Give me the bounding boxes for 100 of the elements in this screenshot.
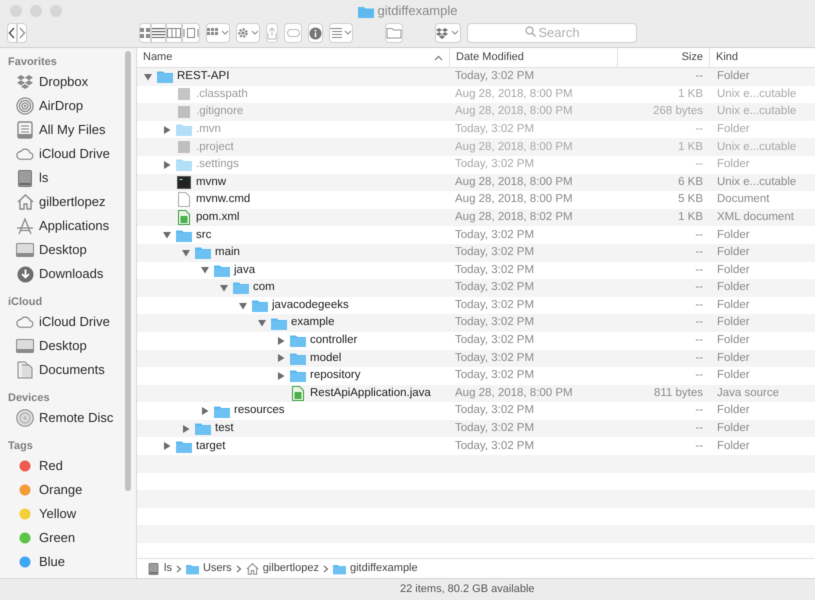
sidebar-item[interactable]: Documents — [8, 358, 136, 382]
file-name[interactable]: src — [196, 226, 212, 244]
size-cell-text: -- — [694, 421, 704, 436]
sidebar-item[interactable]: Applications — [8, 214, 136, 238]
file-name[interactable]: resources — [234, 402, 284, 420]
kind-cell-text: Folder — [716, 122, 751, 137]
path-item[interactable]: gitdiffexample — [332, 560, 418, 577]
date-cell-text: Aug 28, 2018, 8:00 PM — [454, 174, 574, 190]
sidebar-item[interactable]: All My Files — [8, 118, 136, 142]
sidebar-item[interactable]: Green — [8, 526, 136, 550]
disclosure-triangle[interactable] — [181, 424, 191, 434]
desktop-icon — [16, 243, 34, 257]
column-header[interactable]: Size — [617, 48, 709, 67]
date-cell-text: Aug 28, 2018, 8:00 PM — [454, 86, 574, 102]
list-view-button[interactable] — [151, 23, 166, 43]
path-item[interactable]: Users — [186, 560, 232, 577]
date-cell-text: Today, 3:02 PM — [454, 350, 536, 366]
file-name[interactable]: model — [310, 350, 342, 367]
sidebar-item[interactable]: Desktop — [8, 334, 136, 358]
path-item[interactable]: gilbertlopez — [246, 560, 319, 577]
file-name[interactable]: test — [215, 420, 234, 438]
search-field[interactable]: Search — [467, 22, 637, 42]
file-name[interactable]: controller — [310, 332, 358, 350]
compass-letter-icon — [16, 218, 34, 234]
disclosure-triangle[interactable] — [238, 300, 248, 311]
disclosure-triangle[interactable] — [162, 441, 172, 452]
sidebar-item[interactable]: ls — [8, 166, 136, 190]
file-name[interactable]: REST-API — [177, 68, 230, 86]
file-name[interactable]: pom.xml — [196, 208, 240, 226]
dropbox-menu-button[interactable] — [435, 23, 461, 43]
file-icon — [177, 140, 191, 154]
kind-cell-text: Folder — [716, 421, 751, 436]
terminal-icon — [177, 176, 191, 189]
new-folder-button[interactable] — [385, 23, 403, 43]
sidebar-item[interactable]: AirDrop — [8, 94, 136, 118]
sidebar-item[interactable]: Desktop — [8, 238, 136, 262]
sidebar-item[interactable]: Orange — [8, 478, 136, 502]
folder-icon — [271, 316, 287, 330]
icon-view-button[interactable] — [139, 23, 151, 43]
folder-icon — [176, 123, 192, 136]
disclosure-triangle[interactable] — [257, 318, 267, 328]
arrange-button[interactable] — [206, 23, 230, 43]
disclosure-triangle[interactable] — [143, 72, 153, 82]
disclosure-triangle[interactable] — [219, 282, 229, 293]
column-header[interactable]: Name — [137, 48, 449, 67]
kind-cell-text: Unix e...cutable — [716, 104, 798, 120]
column-header[interactable]: Date Modified — [449, 48, 617, 67]
file-name[interactable]: javacodegeeks — [272, 296, 349, 314]
sidebar-item[interactable]: Remote Disc — [8, 406, 136, 430]
folder-icon — [290, 352, 306, 365]
sidebar-item[interactable]: Blue — [8, 550, 136, 574]
disclosure-triangle[interactable] — [200, 265, 210, 276]
size-cell-text: 1 KB — [677, 86, 704, 102]
sidebar-item[interactable]: Yellow — [8, 502, 136, 526]
arrange-list-button[interactable] — [329, 23, 353, 43]
column-header[interactable]: Kind — [709, 48, 815, 67]
file-name[interactable]: mvnw.cmd — [196, 191, 250, 209]
disclosure-triangle[interactable] — [162, 160, 172, 170]
sidebar-item[interactable]: iCloud Drive — [8, 310, 136, 334]
disclosure-triangle[interactable] — [181, 248, 191, 258]
sidebar-item[interactable]: iCloud Drive — [8, 142, 136, 166]
file-name[interactable]: repository — [310, 367, 360, 385]
disclosure-triangle[interactable] — [200, 406, 210, 416]
sidebar-item[interactable]: Dropbox — [8, 70, 136, 94]
action-button[interactable] — [236, 23, 260, 43]
file-name[interactable]: example — [291, 314, 334, 332]
gallery-view-button[interactable] — [182, 23, 200, 43]
folder-icon — [176, 228, 192, 242]
house-icon — [16, 194, 34, 210]
kind-cell-text: Folder — [716, 368, 751, 384]
date-cell-text: Today, 3:02 PM — [454, 315, 536, 330]
file-name[interactable]: main — [215, 244, 240, 262]
disclosure-triangle[interactable] — [276, 336, 286, 346]
kind-cell-text: XML document — [716, 210, 795, 225]
folder-icon — [195, 422, 211, 436]
path-item[interactable]: ls — [147, 560, 172, 577]
back-button[interactable] — [7, 23, 17, 43]
column-view-button[interactable] — [166, 23, 182, 43]
kind-cell-text: Folder — [716, 315, 751, 330]
scrollbar[interactable] — [125, 51, 131, 491]
file-name[interactable]: com — [253, 279, 275, 297]
disclosure-triangle[interactable] — [276, 370, 286, 381]
info-button[interactable] — [308, 23, 323, 43]
file-name[interactable]: mvnw — [196, 174, 226, 191]
date-cell-text: Aug 28, 2018, 8:02 PM — [454, 210, 574, 225]
section-heading: Devices — [8, 391, 51, 406]
sort-up-icon — [434, 54, 443, 60]
sidebar-item[interactable]: gilbertlopez — [8, 190, 136, 214]
file-name[interactable]: java — [234, 262, 256, 279]
sidebar-item[interactable]: Downloads — [8, 262, 136, 286]
sidebar-item[interactable]: Red — [8, 454, 136, 478]
folder-icon — [214, 404, 230, 418]
cloud-icon — [16, 148, 34, 160]
disclosure-triangle[interactable] — [162, 230, 172, 240]
size-cell-text: -- — [694, 298, 704, 313]
disclosure-triangle[interactable] — [276, 353, 286, 364]
file-name[interactable]: target — [196, 438, 226, 455]
source-file-icon — [292, 386, 304, 401]
file-name[interactable]: RestApiApplication.java — [310, 384, 431, 402]
disclosure-triangle[interactable] — [162, 124, 172, 135]
